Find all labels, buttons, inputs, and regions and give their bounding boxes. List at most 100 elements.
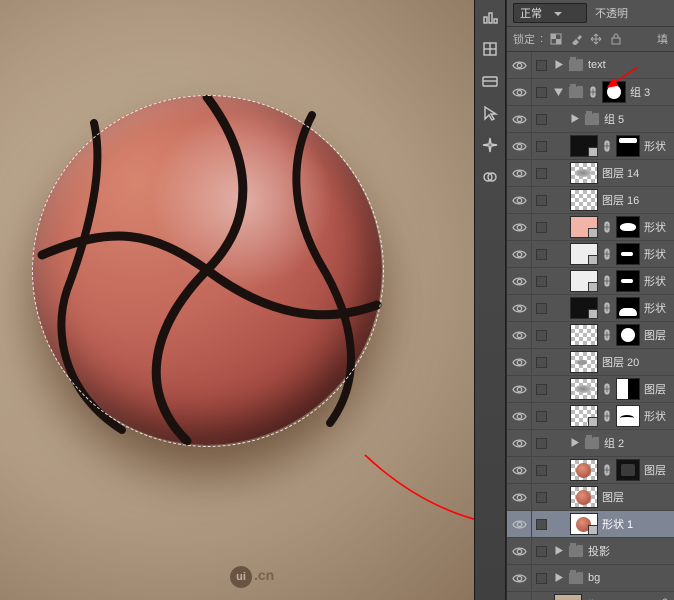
layer-row[interactable]: text bbox=[507, 52, 674, 79]
layer-row[interactable]: 图层 bbox=[507, 484, 674, 511]
layer-checkbox[interactable] bbox=[532, 195, 550, 206]
dock-histogram-icon[interactable] bbox=[479, 6, 501, 28]
visibility-eye-icon[interactable] bbox=[507, 538, 532, 564]
visibility-eye-icon[interactable] bbox=[507, 106, 532, 132]
layer-checkbox[interactable] bbox=[532, 546, 550, 557]
layer-name: 组 2 bbox=[604, 435, 624, 451]
layer-checkbox[interactable] bbox=[532, 573, 550, 584]
lock-move-icon[interactable] bbox=[588, 32, 603, 47]
layer-row[interactable]: 形状 bbox=[507, 403, 674, 430]
layer-checkbox[interactable] bbox=[532, 492, 550, 503]
layer-row[interactable]: 图层 bbox=[507, 322, 674, 349]
link-icon bbox=[602, 217, 612, 237]
visibility-eye-icon[interactable] bbox=[507, 241, 532, 267]
layer-checkbox[interactable] bbox=[532, 438, 550, 449]
visibility-eye-icon[interactable] bbox=[507, 187, 532, 213]
visibility-eye-icon[interactable] bbox=[507, 403, 532, 429]
opacity-label: 不透明 bbox=[595, 5, 628, 21]
layer-row[interactable]: 组 5 bbox=[507, 106, 674, 133]
layer-row[interactable]: 图层 16 bbox=[507, 187, 674, 214]
visibility-eye-icon[interactable] bbox=[507, 592, 532, 600]
layer-row[interactable]: 组 3 bbox=[507, 79, 674, 106]
layer-checkbox[interactable] bbox=[532, 87, 550, 98]
dock-swatches-icon[interactable] bbox=[479, 38, 501, 60]
layer-checkbox[interactable] bbox=[532, 330, 550, 341]
visibility-eye-icon[interactable] bbox=[507, 349, 532, 375]
lock-all-icon[interactable] bbox=[608, 32, 623, 47]
disclosure-arrow-icon[interactable] bbox=[554, 573, 564, 583]
layers-list[interactable]: text组 3组 5形状图层 14图层 16形状形状形状形状图层图层 20图层形… bbox=[507, 52, 674, 600]
link-icon bbox=[588, 82, 598, 102]
visibility-eye-icon[interactable] bbox=[507, 295, 532, 321]
layer-checkbox[interactable] bbox=[532, 519, 550, 530]
visibility-eye-icon[interactable] bbox=[507, 457, 532, 483]
disclosure-arrow-icon[interactable] bbox=[570, 114, 580, 124]
dock-color-icon[interactable] bbox=[479, 70, 501, 92]
watermark-logo: ui.cn bbox=[230, 566, 274, 588]
visibility-eye-icon[interactable] bbox=[507, 376, 532, 402]
layer-row[interactable]: 形状 bbox=[507, 241, 674, 268]
layer-thumbnail bbox=[570, 378, 598, 400]
visibility-eye-icon[interactable] bbox=[507, 430, 532, 456]
blend-mode-select[interactable]: 正常 bbox=[513, 3, 587, 23]
layers-panel-lock-row: 锁定: 填 bbox=[507, 27, 674, 52]
layer-checkbox[interactable] bbox=[532, 60, 550, 71]
layer-row[interactable]: 投影 bbox=[507, 538, 674, 565]
layer-checkbox[interactable] bbox=[532, 222, 550, 233]
disclosure-arrow-icon[interactable] bbox=[554, 60, 564, 70]
visibility-eye-icon[interactable] bbox=[507, 565, 532, 591]
layer-checkbox[interactable] bbox=[532, 303, 550, 314]
layer-name: 形状 bbox=[644, 138, 666, 154]
visibility-eye-icon[interactable] bbox=[507, 214, 532, 240]
visibility-eye-icon[interactable] bbox=[507, 484, 532, 510]
canvas-area[interactable]: ui.cn bbox=[0, 0, 475, 600]
lock-transparent-icon[interactable] bbox=[548, 32, 563, 47]
layer-checkbox[interactable] bbox=[532, 276, 550, 287]
layer-row[interactable]: 形状 1 bbox=[507, 511, 674, 538]
lock-brush-icon[interactable] bbox=[568, 32, 583, 47]
layer-row[interactable]: 图层 20 bbox=[507, 349, 674, 376]
layer-thumbnail bbox=[570, 486, 598, 508]
layer-row[interactable]: bg bbox=[507, 565, 674, 592]
visibility-eye-icon[interactable] bbox=[507, 322, 532, 348]
disclosure-arrow-icon[interactable] bbox=[554, 546, 564, 556]
layer-checkbox[interactable] bbox=[532, 411, 550, 422]
layer-thumbnail bbox=[554, 594, 582, 600]
visibility-eye-icon[interactable] bbox=[507, 511, 532, 537]
layer-row[interactable]: 形状 bbox=[507, 214, 674, 241]
layer-name: 形状 bbox=[644, 300, 666, 316]
layer-name: 图层 16 bbox=[602, 192, 639, 208]
layer-row[interactable]: 图层 14 bbox=[507, 160, 674, 187]
layer-content: 组 5 bbox=[550, 106, 674, 132]
layer-checkbox[interactable] bbox=[532, 357, 550, 368]
disclosure-arrow-icon[interactable] bbox=[570, 438, 580, 448]
visibility-eye-icon[interactable] bbox=[507, 160, 532, 186]
dock-cursor-icon[interactable] bbox=[479, 102, 501, 124]
dock-adjust-icon[interactable] bbox=[479, 166, 501, 188]
layer-row[interactable]: 形状 bbox=[507, 295, 674, 322]
layer-row[interactable]: 形状 bbox=[507, 268, 674, 295]
layer-row[interactable]: 图层 bbox=[507, 457, 674, 484]
layer-row[interactable]: 图层 bbox=[507, 376, 674, 403]
link-icon bbox=[602, 406, 612, 426]
disclosure-arrow-icon[interactable] bbox=[554, 87, 564, 97]
layer-row[interactable]: 背景 bbox=[507, 592, 674, 600]
visibility-eye-icon[interactable] bbox=[507, 133, 532, 159]
layer-checkbox[interactable] bbox=[532, 168, 550, 179]
layer-content: text bbox=[550, 52, 674, 78]
layer-row[interactable]: 形状 bbox=[507, 133, 674, 160]
visibility-eye-icon[interactable] bbox=[507, 52, 532, 78]
dock-sparkle-icon[interactable] bbox=[479, 134, 501, 156]
visibility-eye-icon[interactable] bbox=[507, 268, 532, 294]
visibility-eye-icon[interactable] bbox=[507, 79, 532, 105]
logo-text: .cn bbox=[254, 567, 274, 583]
mask-thumbnail bbox=[616, 324, 640, 346]
layer-checkbox[interactable] bbox=[532, 249, 550, 260]
layer-row[interactable]: 组 2 bbox=[507, 430, 674, 457]
layer-checkbox[interactable] bbox=[532, 384, 550, 395]
layer-checkbox[interactable] bbox=[532, 465, 550, 476]
mask-thumbnail bbox=[616, 270, 640, 292]
mask-thumbnail bbox=[616, 135, 640, 157]
layer-checkbox[interactable] bbox=[532, 141, 550, 152]
layer-checkbox[interactable] bbox=[532, 114, 550, 125]
